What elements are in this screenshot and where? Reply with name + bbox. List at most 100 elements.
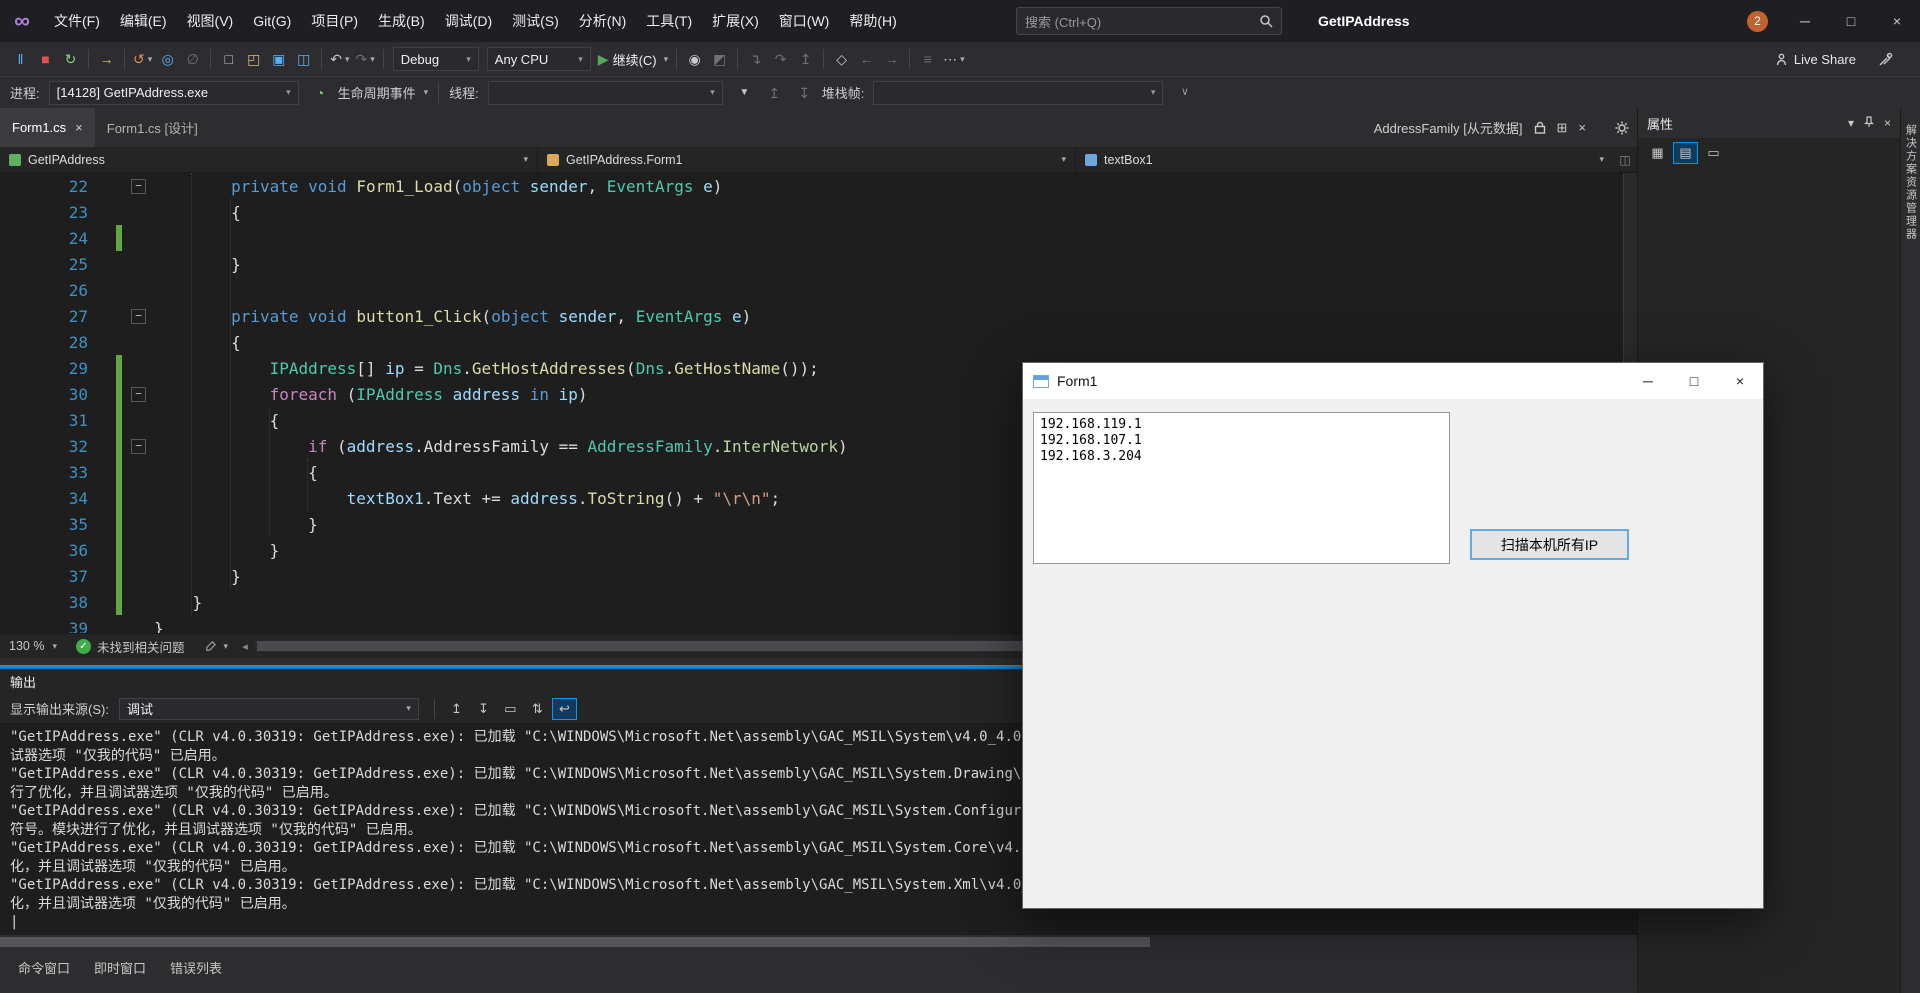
- form-title-bar[interactable]: Form1 ─ □ ×: [1023, 363, 1763, 399]
- menu-item[interactable]: 项目(P): [301, 0, 368, 42]
- form1-window[interactable]: Form1 ─ □ × 192.168.119.1 192.168.107.1 19…: [1022, 362, 1764, 909]
- toolbar-overflow-icon[interactable]: ⋯ ▾: [940, 46, 968, 72]
- type-dropdown[interactable]: GetIPAddress.Form1 ▾: [538, 147, 1076, 172]
- lifecycle-events-dropdown[interactable]: 生命周期事件: [338, 83, 416, 102]
- open-file-icon[interactable]: ◰: [241, 46, 266, 72]
- output-source-combobox[interactable]: 调试 ▾: [118, 697, 419, 720]
- close-button[interactable]: ×: [1874, 0, 1920, 42]
- menu-item[interactable]: Git(G): [243, 0, 301, 42]
- project-dropdown[interactable]: GetIPAddress ▾: [0, 147, 538, 172]
- stop-applying-icon[interactable]: ∅: [180, 46, 205, 72]
- scroll-left-arrow[interactable]: ◂: [237, 640, 253, 653]
- toggle-word-wrap-icon[interactable]: ↩: [551, 697, 577, 720]
- document-tab[interactable]: Form1.cs [设计]: [95, 108, 210, 147]
- save-all-icon[interactable]: ◫: [291, 46, 316, 72]
- minimize-button[interactable]: ─: [1782, 0, 1828, 42]
- lifecycle-events-icon[interactable]: ◔: [308, 80, 333, 106]
- next-frame-icon[interactable]: ↧: [792, 80, 817, 106]
- bottom-tab[interactable]: 错误列表: [160, 954, 232, 981]
- search-box[interactable]: 搜索 (Ctrl+Q): [1016, 7, 1282, 35]
- menu-item[interactable]: 文件(F): [44, 0, 110, 42]
- code-line[interactable]: 24: [0, 225, 1623, 251]
- member-dropdown[interactable]: textBox1 ▾: [1076, 147, 1613, 172]
- navigate-forward-icon[interactable]: →: [879, 46, 904, 72]
- code-line[interactable]: 23 {: [0, 199, 1623, 225]
- fold-toggle[interactable]: −: [131, 308, 146, 324]
- step-out-icon[interactable]: ↥: [793, 46, 818, 72]
- restart-icon[interactable]: ↻: [58, 46, 83, 72]
- fold-toggle[interactable]: −: [131, 438, 146, 454]
- code-line[interactable]: 22 − private void Form1_Load(object sende…: [0, 173, 1623, 199]
- toggle-autoscroll-icon[interactable]: ⇅: [525, 698, 550, 720]
- close-tab-icon[interactable]: ×: [75, 120, 83, 135]
- hot-reload-icon[interactable]: ↺ ▾: [130, 46, 155, 72]
- gear-icon[interactable]: [1615, 121, 1629, 135]
- fold-toggle[interactable]: −: [131, 178, 146, 194]
- keep-open-icon[interactable]: ⊞: [1557, 120, 1568, 136]
- menu-item[interactable]: 调试(D): [435, 0, 502, 42]
- document-health-indicator[interactable]: ✓ 未找到相关问题: [66, 637, 195, 656]
- output-horizontal-scrollbar[interactable]: [0, 935, 1637, 949]
- break-all-icon[interactable]: ‖: [8, 46, 33, 72]
- save-icon[interactable]: ▣: [266, 46, 291, 72]
- menu-item[interactable]: 编辑(E): [110, 0, 177, 42]
- solution-platforms-combobox[interactable]: Any CPU ▾: [486, 47, 591, 71]
- maximize-button[interactable]: □: [1828, 0, 1874, 42]
- process-combobox[interactable]: [14128] GetIPAddress.exe ▾: [48, 80, 299, 105]
- menu-item[interactable]: 视图(V): [177, 0, 244, 42]
- new-file-icon[interactable]: □: [216, 46, 241, 72]
- goto-next-message-icon[interactable]: ↧: [471, 698, 496, 720]
- clear-all-icon[interactable]: ▭: [498, 698, 523, 720]
- preview-document-tab[interactable]: AddressFamily [从元数据]: [1374, 118, 1523, 137]
- close-preview-icon[interactable]: ×: [1578, 120, 1586, 135]
- filter-threads-icon[interactable]: ▼: [732, 80, 757, 106]
- solution-configurations-combobox[interactable]: Debug ▾: [392, 47, 479, 71]
- apply-code-changes-icon[interactable]: ◎: [155, 46, 180, 72]
- solution-explorer-side-tab[interactable]: 解决方案资源管理器: [1900, 108, 1920, 993]
- step-over-icon[interactable]: ↷: [768, 46, 793, 72]
- form-close-button[interactable]: ×: [1717, 363, 1763, 399]
- breakpoints-window-icon[interactable]: ◉: [682, 46, 707, 72]
- stack-frame-combobox[interactable]: ▾: [873, 80, 1164, 105]
- bottom-tab[interactable]: 命令窗口: [8, 954, 80, 981]
- tools-icon[interactable]: [1873, 46, 1898, 72]
- form-maximize-button[interactable]: □: [1671, 363, 1717, 399]
- menu-item[interactable]: 扩展(X): [702, 0, 769, 42]
- close-panel-icon[interactable]: ×: [1884, 116, 1891, 130]
- live-share-button[interactable]: Live Share: [1771, 46, 1859, 72]
- code-line[interactable]: 25 }: [0, 251, 1623, 277]
- toolbar2-overflow-icon[interactable]: ∨: [1172, 80, 1197, 106]
- split-view-icon[interactable]: ◫: [1613, 147, 1637, 172]
- menu-item[interactable]: 生成(B): [368, 0, 435, 42]
- scan-ip-button[interactable]: 扫描本机所有IP: [1470, 529, 1629, 560]
- categorized-icon[interactable]: ▦: [1645, 142, 1670, 164]
- menu-item[interactable]: 分析(N): [569, 0, 636, 42]
- stop-debugging-icon[interactable]: ■: [33, 46, 58, 72]
- properties-panel-header[interactable]: 属性 ▾ ×: [1638, 108, 1900, 138]
- ip-list-textbox[interactable]: 192.168.119.1 192.168.107.1 192.168.3.204: [1033, 412, 1450, 564]
- call-hierarchy-icon[interactable]: ≡: [915, 46, 940, 72]
- form-minimize-button[interactable]: ─: [1625, 363, 1671, 399]
- alphabetical-icon[interactable]: ▤: [1673, 142, 1698, 164]
- thread-combobox[interactable]: ▾: [487, 80, 723, 105]
- previous-frame-icon[interactable]: ↥: [762, 80, 787, 106]
- bookmark-icon[interactable]: ◇: [829, 46, 854, 72]
- property-pages-icon[interactable]: ▭: [1701, 142, 1726, 164]
- document-tab[interactable]: Form1.cs ×: [0, 108, 95, 147]
- zoom-control[interactable]: 130 % ▾: [0, 639, 66, 653]
- menu-item[interactable]: 测试(S): [502, 0, 569, 42]
- bottom-tab[interactable]: 即时窗口: [84, 954, 156, 981]
- fold-toggle[interactable]: −: [131, 386, 146, 402]
- pin-icon[interactable]: [1863, 115, 1875, 131]
- snapshot-icon[interactable]: ◩: [707, 46, 732, 72]
- navigate-backward-icon[interactable]: ←: [854, 46, 879, 72]
- scrollbar-thumb[interactable]: [0, 937, 1150, 947]
- code-line[interactable]: 26: [0, 277, 1623, 303]
- notifications-badge[interactable]: 2: [1747, 10, 1768, 32]
- code-line[interactable]: 27 − private void button1_Click(object se…: [0, 303, 1623, 329]
- visual-studio-logo-icon[interactable]: ∞: [0, 0, 44, 42]
- undo-icon[interactable]: ↶ ▾: [327, 46, 352, 72]
- goto-previous-message-icon[interactable]: ↥: [444, 698, 469, 720]
- redo-icon[interactable]: ↷ ▾: [353, 46, 378, 72]
- code-cleanup-button[interactable]: ▾: [195, 640, 238, 653]
